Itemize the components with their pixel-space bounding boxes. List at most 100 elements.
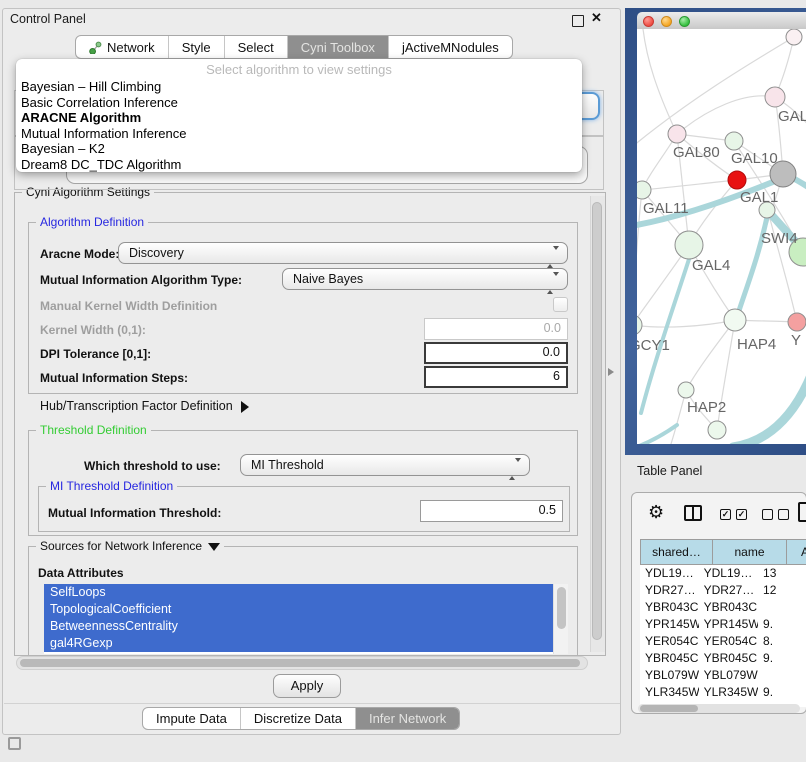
network-edge-thick[interactable] [733, 365, 806, 444]
collapse-down-icon[interactable] [208, 543, 220, 551]
table-row[interactable]: YBL079WYBL079W [640, 667, 806, 684]
gear-icon[interactable]: ⚙ [648, 503, 664, 521]
data-attribute-option[interactable]: gal4RGexp [44, 635, 553, 652]
float-window-icon[interactable] [572, 15, 584, 27]
data-attribute-option[interactable]: BetweennessCentrality [44, 618, 553, 635]
table-column-header[interactable]: A [787, 539, 806, 565]
manual-kernel-checkbox[interactable] [553, 297, 568, 312]
tab-style[interactable]: Style [168, 36, 224, 58]
network-node-label: GAL1 [740, 189, 778, 206]
minimize-window-icon[interactable] [661, 16, 672, 27]
new-table-icon[interactable] [798, 502, 806, 522]
sources-group-label[interactable]: Sources for Network Inference [36, 539, 224, 553]
network-node-gal10[interactable] [725, 132, 743, 150]
algorithm-option[interactable]: Dream8 DC_TDC Algorithm [16, 157, 582, 173]
table-row[interactable]: YBR043CYBR043C [640, 599, 806, 616]
algorithm-option[interactable]: ARACNE Algorithm [16, 110, 582, 126]
settings-horizontal-scrollbar-thumb[interactable] [20, 659, 580, 667]
network-node-gal80[interactable] [668, 125, 686, 143]
aracne-mode-select[interactable]: Discovery [118, 242, 568, 264]
table-row[interactable]: YER054CYER054C8. [640, 633, 806, 650]
table-cell: 9. [758, 684, 806, 701]
tab-cyni-toolbox[interactable]: Cyni Toolbox [287, 36, 388, 58]
hub-definition-section[interactable]: Hub/Transcription Factor Definition [40, 399, 249, 413]
tab-network[interactable]: Network [76, 36, 168, 58]
network-node-gal1[interactable] [728, 171, 746, 189]
list-scrollbar-thumb[interactable] [557, 587, 566, 629]
network-node-y[interactable] [788, 313, 806, 331]
table-horizontal-scrollbar-thumb[interactable] [640, 705, 698, 712]
algorithm-option[interactable]: Mutual Information Inference [16, 126, 582, 142]
mi-threshold-field[interactable]: 0.5 [420, 500, 563, 522]
table-cell: 13 [758, 565, 806, 582]
close-window-icon[interactable] [643, 16, 654, 27]
unchecked-checkbox-icon[interactable] [762, 509, 773, 520]
dock-panel-icon[interactable] [8, 737, 21, 750]
kernel-width-field[interactable]: 0.0 [424, 318, 568, 340]
network-node-gal4[interactable] [675, 231, 703, 259]
settings-horizontal-scrollbar[interactable] [16, 656, 588, 670]
network-tab-icon [89, 41, 102, 54]
network-node-hap2[interactable] [678, 382, 694, 398]
table-row[interactable]: YLR345WYLR345W9. [640, 684, 806, 701]
network-edge-thick[interactable] [637, 425, 677, 444]
network-edge[interactable] [643, 29, 677, 134]
table-row[interactable]: YBR045CYBR045C9. [640, 650, 806, 667]
table-column-header[interactable]: name [713, 539, 787, 565]
network-edge[interactable] [642, 134, 677, 190]
checked-checkbox-icon[interactable]: ✓ [720, 509, 731, 520]
network-edge-thick[interactable] [737, 212, 768, 317]
splitter-expand-icon[interactable] [608, 368, 614, 376]
table-row[interactable]: YPR145WYPR145W9. [640, 616, 806, 633]
algorithm-option[interactable]: Bayesian – Hill Climbing [16, 79, 582, 95]
network-node-gal[interactable] [765, 87, 785, 107]
kernel-width-label: Kernel Width (0,1): [40, 323, 146, 337]
table-cell: YLR345W [699, 684, 758, 701]
network-edge[interactable] [637, 320, 735, 327]
mi-steps-field[interactable]: 6 [424, 366, 568, 388]
network-node-gcy1[interactable] [637, 315, 642, 335]
dropdown-placeholder: Select algorithm to view settings [16, 62, 582, 79]
network-node-hap4[interactable] [724, 309, 746, 331]
table-row[interactable]: YDR27…YDR27…12 [640, 582, 806, 599]
tab-discretize-data[interactable]: Discretize Data [240, 708, 355, 729]
table-cell: YBR045C [640, 650, 699, 667]
split-columns-icon[interactable] [684, 505, 702, 521]
unchecked-checkbox-icon[interactable] [778, 509, 789, 520]
network-node-gal11[interactable] [637, 181, 651, 199]
apply-button[interactable]: Apply [273, 674, 341, 698]
mi-type-select[interactable]: Naive Bayes [282, 268, 568, 290]
which-threshold-select[interactable]: MI Threshold [240, 454, 530, 476]
tab-select[interactable]: Select [224, 36, 287, 58]
table-horizontal-scrollbar[interactable] [638, 704, 800, 713]
network-node[interactable] [786, 29, 802, 45]
network-edge[interactable] [637, 190, 642, 325]
list-scrollbar[interactable] [553, 584, 568, 654]
table-header-row: shared…nameA [640, 539, 806, 565]
table-column-header[interactable]: shared… [640, 539, 713, 565]
tab-jactivemnodules[interactable]: jActiveMNodules [388, 36, 512, 58]
network-edge[interactable] [642, 180, 737, 190]
close-panel-icon[interactable]: ✕ [591, 10, 602, 26]
network-graph[interactable]: GALGAL80GAL10GAL1GAL11SWI4GAL4GCY1HAP4YH… [637, 29, 806, 444]
algorithm-option[interactable]: Bayesian – K2 [16, 141, 582, 157]
table-cell: YBL079W [699, 667, 758, 684]
table-cell: 9. [758, 650, 806, 667]
expand-right-icon[interactable] [241, 401, 249, 413]
data-attribute-option[interactable]: TopologicalCoefficient [44, 601, 553, 618]
table-cell: YER054C [699, 633, 758, 650]
checked-checkbox-icon[interactable]: ✓ [736, 509, 747, 520]
zoom-window-icon[interactable] [679, 16, 690, 27]
algorithm-option[interactable]: Basic Correlation Inference [16, 95, 582, 111]
network-node-label: Y [791, 332, 801, 349]
network-edge[interactable] [686, 320, 735, 390]
data-attribute-option[interactable]: SelfLoops [44, 584, 553, 601]
table-row[interactable]: YDL19…YDL19…13 [640, 565, 806, 582]
network-node[interactable] [708, 421, 726, 439]
network-canvas[interactable]: GALGAL80GAL10GAL1GAL11SWI4GAL4GCY1HAP4YH… [637, 29, 806, 444]
settings-vertical-scrollbar-thumb[interactable] [592, 202, 602, 640]
dpi-tolerance-field[interactable]: 0.0 [424, 342, 568, 364]
tab-impute-data[interactable]: Impute Data [143, 708, 240, 729]
tab-infer-network[interactable]: Infer Network [355, 708, 459, 729]
mi-type-label: Mutual Information Algorithm Type: [40, 273, 242, 287]
